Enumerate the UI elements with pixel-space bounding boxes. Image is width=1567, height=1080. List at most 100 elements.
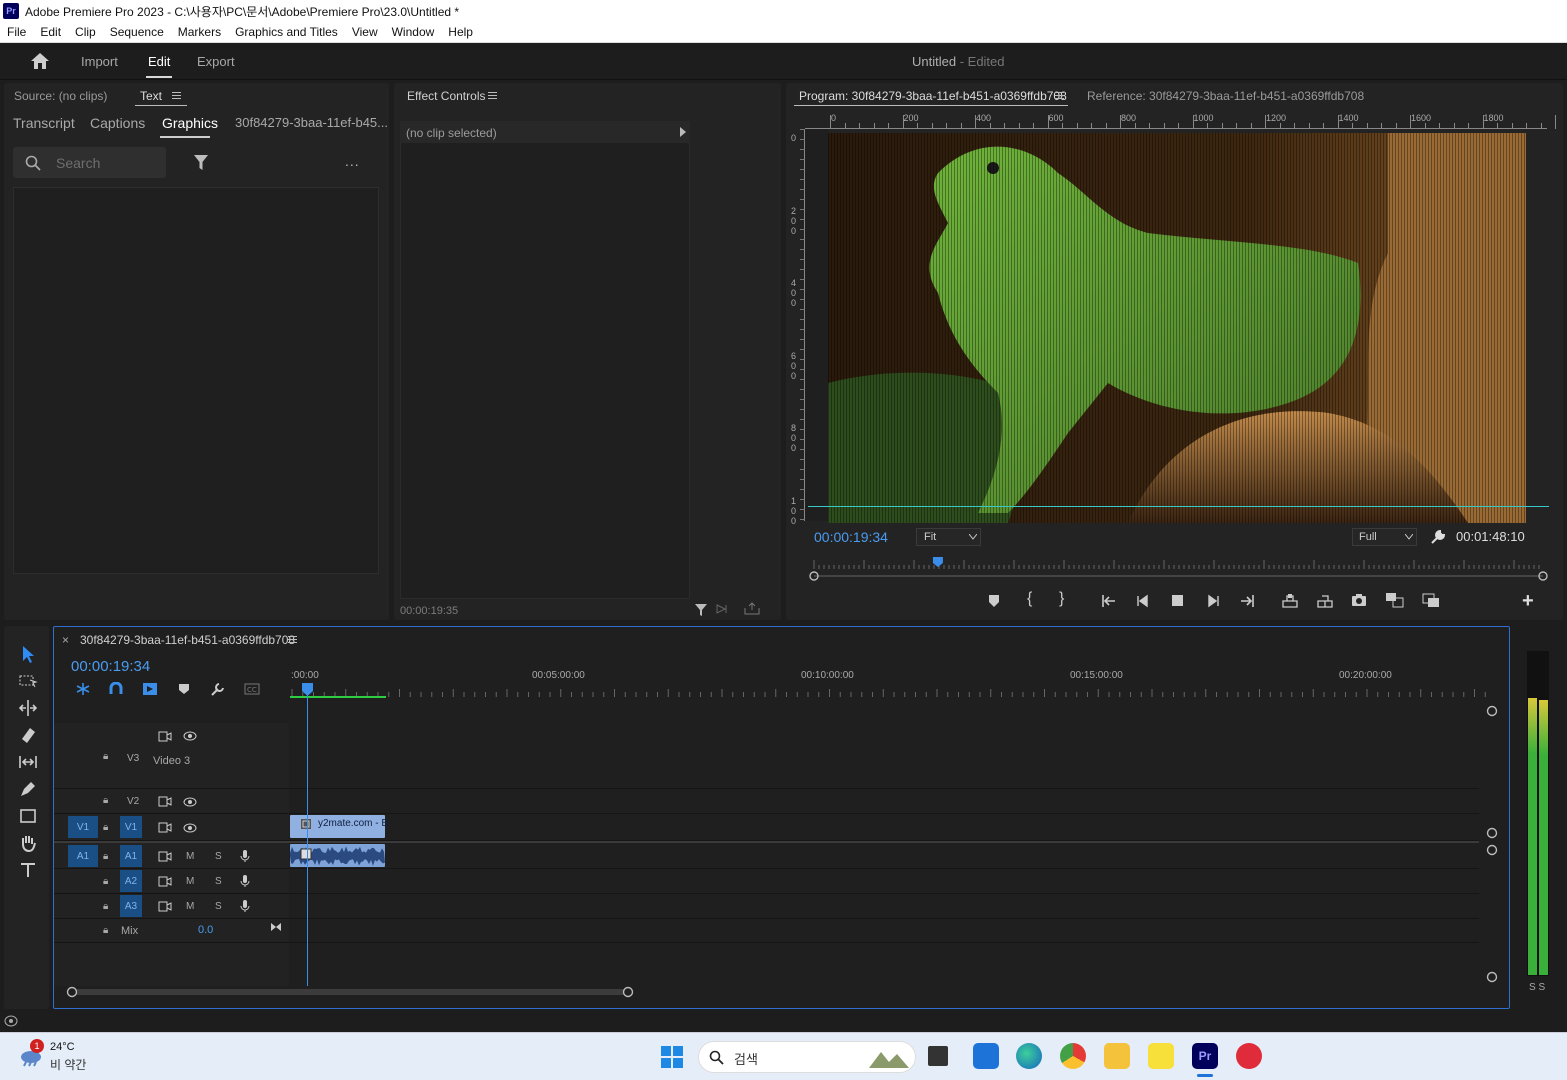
track-id-a2[interactable]: A2 (120, 870, 142, 892)
lock-icon[interactable]: 🔒︎ (103, 795, 108, 806)
playhead-handle[interactable] (302, 683, 313, 696)
snap-icon[interactable] (109, 682, 123, 696)
stop-icon[interactable] (1171, 594, 1184, 607)
export-frame-icon[interactable] (1351, 593, 1367, 607)
eye-icon[interactable] (183, 731, 197, 741)
tab-transcript[interactable]: Transcript (13, 115, 75, 131)
track-id-a3[interactable]: A3 (120, 895, 142, 917)
microphone-icon[interactable] (240, 874, 250, 888)
export-icon[interactable] (744, 602, 760, 615)
chrome-browser-icon[interactable] (1060, 1043, 1086, 1069)
windows-start-icon[interactable] (660, 1045, 684, 1069)
track-id-v1[interactable]: V1 (120, 816, 142, 838)
vertical-scrollbar[interactable] (1486, 704, 1498, 984)
source-patch-v1[interactable]: V1 (68, 816, 98, 838)
menu-file[interactable]: File (0, 25, 33, 39)
tab-import[interactable]: Import (81, 54, 118, 69)
wrench-icon[interactable] (1430, 529, 1446, 545)
ripple-edit-tool-icon[interactable] (18, 698, 38, 718)
lift-icon[interactable] (1281, 593, 1299, 608)
toggle-sync-lock-icon[interactable] (158, 851, 172, 862)
task-view-icon[interactable] (928, 1046, 948, 1066)
tab-text[interactable]: Text (140, 89, 162, 103)
rectangle-tool-icon[interactable] (18, 806, 38, 826)
lock-icon[interactable]: 🔒︎ (103, 751, 108, 762)
menu-sequence[interactable]: Sequence (103, 25, 171, 39)
solo-button[interactable]: S (215, 851, 222, 862)
extract-icon[interactable] (1316, 593, 1334, 608)
linked-selection-icon[interactable] (142, 682, 158, 696)
add-marker-icon[interactable] (988, 594, 1000, 608)
go-to-end-icon[interactable] (270, 922, 282, 932)
timeline-time-ruler[interactable] (290, 667, 1490, 699)
audio-clip[interactable] (290, 844, 385, 867)
filter-icon[interactable] (694, 603, 708, 617)
add-marker-icon[interactable] (178, 683, 190, 695)
slip-tool-icon[interactable] (18, 752, 38, 772)
track-select-tool-icon[interactable] (18, 671, 38, 691)
tab-reference[interactable]: Reference: 30f84279-3baa-11ef-b451-a0369… (1087, 89, 1364, 103)
captions-icon[interactable]: CC (244, 683, 260, 695)
toggle-sync-lock-icon[interactable] (158, 796, 172, 807)
eye-icon[interactable] (183, 823, 197, 833)
menu-graphics-and-titles[interactable]: Graphics and Titles (228, 25, 345, 39)
edge-browser-icon[interactable] (1016, 1043, 1042, 1069)
expand-arrow-icon[interactable] (680, 127, 686, 137)
go-to-in-icon[interactable] (1101, 594, 1117, 608)
source-patch-a1[interactable]: A1 (68, 845, 98, 867)
playhead-line[interactable] (307, 695, 308, 986)
eye-icon[interactable] (183, 797, 197, 807)
add-button[interactable]: + (1522, 590, 1534, 613)
lock-icon[interactable]: 🔒︎ (103, 876, 108, 887)
kakaotalk-icon[interactable] (1148, 1043, 1174, 1069)
step-back-icon[interactable] (1136, 594, 1150, 608)
weather-temp[interactable]: 24°C (50, 1041, 75, 1053)
more-options-icon[interactable]: ... (345, 153, 360, 169)
mark-out-icon[interactable]: } (1059, 590, 1064, 608)
meter-solo-labels[interactable]: S S (1529, 982, 1545, 993)
menu-clip[interactable]: Clip (68, 25, 103, 39)
nest-sequence-icon[interactable] (75, 682, 91, 696)
wrench-icon[interactable] (210, 682, 225, 697)
menu-edit[interactable]: Edit (33, 25, 68, 39)
tab-captions[interactable]: Captions (90, 115, 145, 131)
premiere-taskbar-icon[interactable]: Pr (1192, 1043, 1218, 1069)
step-forward-icon[interactable] (1206, 594, 1220, 608)
panel-menu-icon[interactable] (1055, 92, 1064, 99)
video-clip[interactable]: y2mate.com - B (290, 815, 388, 838)
toggle-sync-lock-icon[interactable] (158, 876, 172, 887)
panel-menu-icon[interactable] (488, 92, 497, 99)
razor-tool-icon[interactable] (18, 725, 38, 745)
mute-button[interactable]: M (186, 851, 194, 862)
mix-value[interactable]: 0.0 (198, 924, 213, 936)
play-audio-icon[interactable] (716, 603, 732, 615)
program-scrub-bar[interactable] (806, 555, 1552, 583)
zoom-fit-select[interactable]: Fit (916, 528, 981, 546)
menu-view[interactable]: View (345, 25, 385, 39)
menu-help[interactable]: Help (441, 25, 480, 39)
toggle-sync-lock-icon[interactable] (158, 731, 172, 742)
toggle-sync-lock-icon[interactable] (158, 901, 172, 912)
horizontal-scrollbar[interactable] (64, 985, 639, 999)
tab-edit[interactable]: Edit (148, 54, 170, 69)
taskbar-search-input[interactable]: 검색 (698, 1041, 916, 1073)
solo-button[interactable]: S (215, 901, 222, 912)
lock-icon[interactable]: 🔒︎ (103, 851, 108, 862)
menu-markers[interactable]: Markers (171, 25, 228, 39)
selection-tool-icon[interactable] (18, 644, 38, 664)
mark-in-icon[interactable]: { (1027, 590, 1032, 608)
solo-button[interactable]: S (215, 876, 222, 887)
lock-icon[interactable]: 🔒︎ (103, 925, 108, 936)
timeline-timecode[interactable]: 00:00:19:34 (71, 658, 150, 675)
resolution-select[interactable]: Full (1352, 528, 1417, 546)
go-to-out-icon[interactable] (1239, 594, 1255, 608)
render-status-icon[interactable] (4, 1015, 18, 1027)
tab-source[interactable]: Source: (no clips) (14, 89, 107, 103)
panel-menu-icon[interactable] (288, 636, 297, 643)
close-sequence-icon[interactable]: × (62, 633, 69, 647)
comparison-view-icon[interactable] (1385, 592, 1405, 609)
mute-button[interactable]: M (186, 876, 194, 887)
home-icon[interactable] (30, 52, 50, 70)
tab-export[interactable]: Export (197, 54, 235, 69)
lock-icon[interactable]: 🔒︎ (103, 901, 108, 912)
